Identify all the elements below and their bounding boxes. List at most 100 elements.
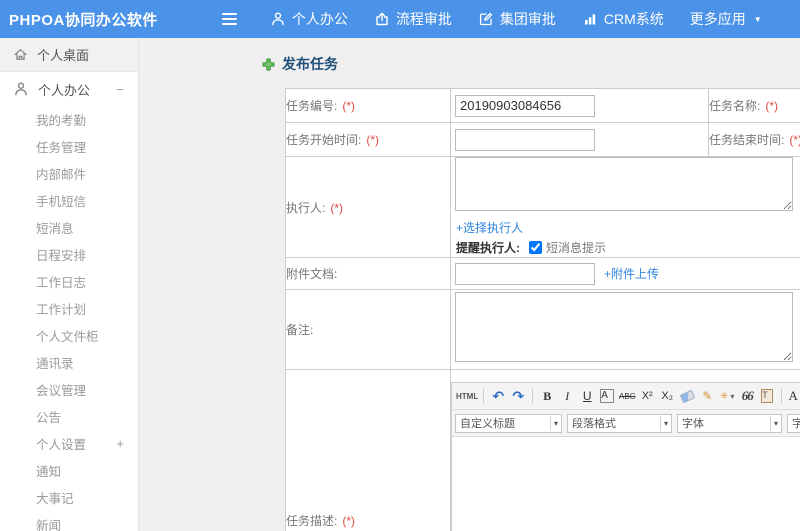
nav-personal-office[interactable]: 个人办公 [257, 0, 361, 38]
required-mark: (*) [789, 133, 800, 147]
start-time-input[interactable] [455, 128, 595, 151]
menu-toggle-icon[interactable] [218, 9, 241, 29]
superscript-button[interactable]: X² [638, 387, 656, 405]
sidebar-item-news[interactable]: 新闻 [0, 511, 138, 531]
task-number-label: 任务编号: (*) [285, 88, 451, 123]
html-source-button[interactable]: HTML [456, 387, 478, 405]
attachment-input[interactable] [455, 262, 595, 285]
person-icon [13, 81, 29, 97]
font-size-select[interactable]: 字号▾ [787, 413, 800, 433]
person-icon [270, 11, 286, 27]
sms-remind-checkbox[interactable] [529, 241, 542, 254]
sidebar-item-announcement[interactable]: 公告 [0, 403, 138, 430]
editor-content-area[interactable] [452, 437, 800, 531]
sidebar-item-mobile-sms[interactable]: 手机短信 [0, 187, 138, 214]
sidebar-item-label: 公告 [36, 411, 62, 425]
nav-item-label: CRM系统 [603, 11, 664, 27]
nav-item-label: 个人办公 [291, 11, 348, 27]
paste-button[interactable]: T [758, 387, 776, 405]
nav-more-apps[interactable]: 更多应用 ▼ [677, 0, 775, 38]
sidebar-item-label: 通知 [36, 465, 62, 479]
sidebar-item-personal-settings[interactable]: 个人设置 + [0, 430, 138, 457]
sidebar-item-label: 个人办公 [38, 82, 91, 98]
sidebar-item-label: 内部邮件 [36, 168, 87, 182]
required-mark: (*) [342, 513, 356, 528]
eraser-icon[interactable] [678, 387, 696, 405]
attachment-upload-link[interactable]: +附件上传 [604, 265, 659, 282]
chevron-down-icon: ▼ [753, 14, 762, 24]
subscript-button[interactable]: X₂ [658, 387, 676, 405]
nav-workflow-approval[interactable]: 流程审批 [361, 0, 465, 38]
task-name-label: 任务名称: (*) [708, 88, 800, 123]
custom-title-select[interactable]: 自定义标题 ▾ [455, 413, 563, 433]
blockquote-button[interactable]: 66 [738, 387, 756, 405]
strikethrough-button[interactable]: ABC [618, 387, 636, 405]
sidebar-item-personal-office[interactable]: 个人办公 − [0, 72, 138, 106]
task-description-label: 任务描述: (*) [285, 369, 451, 531]
nav-crm-system[interactable]: CRM系统 [569, 0, 677, 38]
font-color-button[interactable]: A▾ [787, 387, 800, 405]
rich-text-editor: HTML ↶ ↷ B I U A ABC X² X₂ ✎ ✳ ▾ 66 T A … [451, 382, 800, 531]
font-family-select[interactable]: 字体 ▾ [677, 413, 783, 433]
remark-textarea[interactable] [455, 292, 793, 362]
main-content: 发布任务 任务编号:(*) 任务名称:(*) 任务开始时间:(*) [139, 38, 800, 531]
bold-button[interactable]: B [538, 387, 556, 405]
sidebar-item-memorabilia[interactable]: 大事记 [0, 484, 138, 511]
sidebar-item-meeting[interactable]: 会议管理 [0, 376, 138, 403]
sidebar-item-label: 通讯录 [36, 357, 74, 371]
sidebar-item-label: 工作日志 [36, 276, 87, 290]
attachment-label: 附件文档: [285, 257, 451, 290]
sidebar-item-label: 短消息 [36, 222, 74, 236]
process-icon [374, 11, 390, 27]
app-logo: PHPOA协同办公软件 [9, 11, 158, 29]
sidebar-item-short-message[interactable]: 短消息 [0, 214, 138, 241]
undo-icon[interactable]: ↶ [489, 387, 507, 405]
remark-label: 备注: [285, 289, 451, 370]
sidebar-item-internal-mail[interactable]: 内部邮件 [0, 160, 138, 187]
sidebar-item-attendance[interactable]: 我的考勤 [0, 106, 138, 133]
sidebar-item-schedule[interactable]: 日程安排 [0, 241, 138, 268]
sidebar-item-label: 手机短信 [36, 195, 87, 209]
edit-icon [478, 11, 494, 27]
underline-button[interactable]: U [578, 387, 596, 405]
sidebar-item-desktop[interactable]: 个人桌面 [0, 38, 138, 72]
italic-button[interactable]: I [558, 387, 576, 405]
home-icon [13, 47, 28, 62]
redo-icon[interactable]: ↷ [509, 387, 527, 405]
start-time-label: 任务开始时间: (*) [285, 122, 451, 157]
chart-icon [582, 11, 598, 27]
sidebar-item-work-plan[interactable]: 工作计划 [0, 295, 138, 322]
choose-executor-link[interactable]: +选择执行人 [456, 221, 523, 235]
paragraph-format-select[interactable]: 段落格式 ▾ [567, 413, 673, 433]
sidebar-item-label: 任务管理 [36, 141, 87, 155]
collapse-icon[interactable]: − [116, 83, 124, 96]
nav-group-approval[interactable]: 集团审批 [465, 0, 569, 38]
expand-icon[interactable]: + [116, 437, 124, 450]
sms-remind-label: 短消息提示 [546, 241, 607, 255]
font-style-button[interactable]: A [598, 387, 616, 405]
top-navigation: 个人办公 流程审批 集团审批 CRM系统 更多应用 ▼ [257, 0, 775, 38]
sidebar-item-contacts[interactable]: 通讯录 [0, 349, 138, 376]
end-time-label: 任务结束时间:(*) [708, 122, 800, 157]
format-brush-icon[interactable]: ✎ [698, 387, 716, 405]
editor-toolbar-row1: HTML ↶ ↷ B I U A ABC X² X₂ ✎ ✳ ▾ 66 T A [452, 383, 800, 410]
remind-executor-label: 提醒执行人: [456, 241, 520, 255]
topbar: PHPOA协同办公软件 个人办公 流程审批 集团审批 CRM系统 更多应用 ▼ [0, 0, 800, 38]
sidebar-item-label: 个人桌面 [37, 48, 90, 63]
sidebar-item-label: 个人设置 [36, 438, 87, 452]
sidebar-item-label: 新闻 [36, 519, 62, 531]
sidebar-item-notice[interactable]: 通知 [0, 457, 138, 484]
executor-textarea[interactable] [455, 157, 793, 211]
sidebar-item-label: 工作计划 [36, 303, 87, 317]
sidebar-item-label: 大事记 [36, 492, 74, 506]
highlight-color-button[interactable]: ✳ ▾ [718, 387, 736, 405]
sidebar-item-file-cabinet[interactable]: 个人文件柜 [0, 322, 138, 349]
sidebar-item-work-log[interactable]: 工作日志 [0, 268, 138, 295]
required-mark: (*) [342, 99, 356, 113]
sidebar: 个人桌面个人办公 − 我的考勤任务管理内部邮件手机短信短消息日程安排工作日志工作计划… [0, 38, 139, 531]
sidebar-item-label: 日程安排 [36, 249, 87, 263]
task-number-input[interactable] [455, 94, 595, 117]
sidebar-item-task-management[interactable]: 任务管理 [0, 133, 138, 160]
editor-toolbar-row2: 自定义标题▾ 段落格式▾ 字体▾ 字号▾ [452, 410, 800, 437]
publish-task-form: 任务编号:(*) 任务名称:(*) 任务开始时间:(*) 任务结束时间:( [285, 88, 800, 531]
